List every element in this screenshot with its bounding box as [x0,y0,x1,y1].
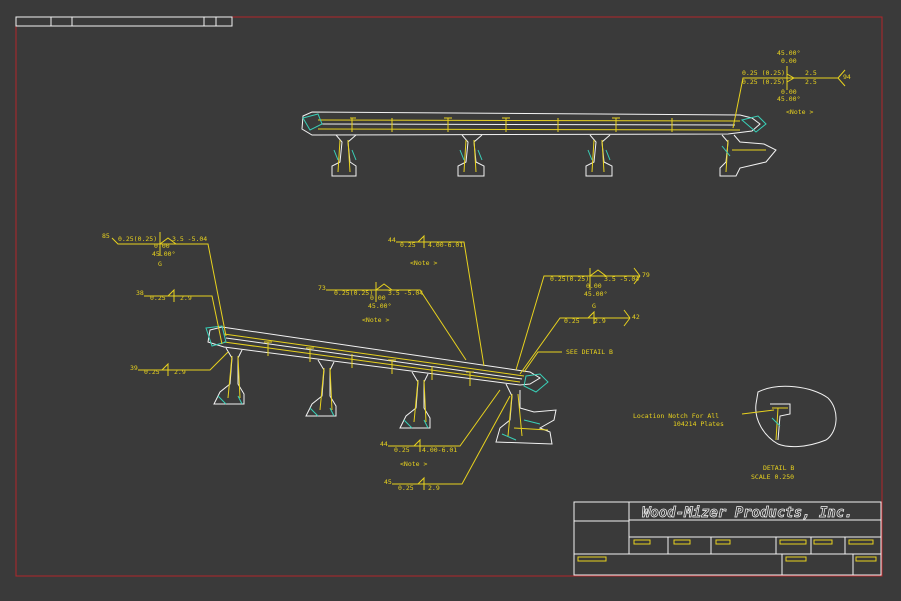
detail-title: DETAIL B [763,464,794,472]
isometric-assembly [205,325,557,445]
weld-callout-73: 73 0.25(0.25) 3.5 -5.04 0.00 45.00° <Not… [318,282,467,361]
callout-38-balloon: 38 [136,289,144,297]
callout-79-length: 3.5 -5.04 [604,275,639,283]
top-view-leg-2 [457,134,485,177]
top-weld-balloon: 94 [843,73,851,81]
top-view-leg-1 [331,134,357,177]
revision-block [15,16,233,27]
callout-85-root: 0.00 [154,242,170,250]
callout-79-groove: G [592,302,596,310]
detail-b: Location Notch For All 104214 Plates DET… [633,385,837,481]
callout-44b-length: 4.00-6.01 [422,446,457,454]
callout-73-size: 0.25(0.25) [334,289,373,297]
iso-leg-2 [305,359,337,417]
see-detail-callout: SEE DETAIL B [523,348,613,373]
top-view-assembly [301,111,777,177]
callout-79-balloon: 79 [642,271,650,279]
callout-45-size: 0.25 [398,484,414,492]
callout-42-balloon: 42 [632,313,640,321]
callout-44a-note: <Note > [410,259,437,267]
iso-leg-3 [399,371,431,429]
callout-38-length: 2.9 [180,294,192,302]
company-name: Wood-Mizer Products, Inc. [642,505,853,521]
iso-leg-1 [213,347,245,405]
weld-callout-42: 42 0.25 2.9 [519,309,640,375]
callout-79-angle: 45.00° [584,290,607,298]
detail-note-2: 104214 Plates [673,420,724,428]
top-weld-left-2: 0.25 (0.25) [742,78,785,86]
callout-44a-size: 0.25 [400,241,416,249]
callout-73-length: 3.5 -5.04 [388,289,423,297]
callout-42-size: 0.25 [564,317,580,325]
callout-85-angle: 45.00° [152,250,175,258]
detail-note-1: Location Notch For All [633,412,719,420]
weld-callout-44-top: 44 0.25 4.00-6.01 <Note > [388,234,485,367]
callout-73-root: 0.00 [370,294,386,302]
callout-79-size: 0.25(0.25) [550,275,589,283]
detail-scale: SCALE 0.250 [751,473,794,481]
callout-39-size: 0.25 [144,368,160,376]
top-weld-right-2: 2.5 [805,78,817,86]
weld-callout-85: 85 0.25(0.25) 3.5 -5.04 0.00 45.00° G [102,232,227,337]
callout-38-size: 0.25 [150,294,166,302]
top-weld-left-1: 0.25 (0.25) [742,69,785,77]
weld-callout-39: 39 0.25 2.9 [130,351,229,376]
callout-85-size: 0.25(0.25) [118,235,157,243]
drawing-sheet: 45.00° 0.00 0.25 (0.25) 0.25 (0.25) 2.5 … [15,16,883,577]
top-view-leg-3 [585,134,613,177]
weld-callout-44-bottom: 44 0.25 4.00-6.01 <Note > [380,389,501,468]
callout-73-balloon: 73 [318,284,326,292]
callout-73-note: <Note > [362,316,389,324]
top-weld-angle: 45.00° [777,49,800,57]
callout-85-groove: G [158,260,162,268]
top-view-weld-symbol: 45.00° 0.00 0.25 (0.25) 0.25 (0.25) 2.5 … [732,49,851,129]
callout-39-balloon: 39 [130,364,138,372]
weld-callout-45: 45 0.25 2.9 [384,395,511,492]
callout-44a-balloon: 44 [388,236,396,244]
top-weld-right-1: 2.5 [805,69,817,77]
top-weld-root: 0.00 [781,57,797,65]
see-detail-label: SEE DETAIL B [566,348,613,356]
top-weld-note: <Note > [786,108,813,116]
callout-44b-balloon: 44 [380,440,388,448]
callout-79-root: 0.00 [586,282,602,290]
callout-44b-note: <Note > [400,460,427,468]
callout-39-length: 2.9 [174,368,186,376]
callout-45-length: 2.9 [428,484,440,492]
callout-85-length: 3.5 -5.04 [172,235,207,243]
callout-44b-size: 0.25 [394,446,410,454]
callout-45-balloon: 45 [384,478,392,486]
callout-85-balloon: 85 [102,232,110,240]
callout-73-angle: 45.00° [368,302,391,310]
callout-42-length: 2.9 [594,317,606,325]
callout-44a-length: 4.00-6.01 [428,241,463,249]
top-weld-angle-2: 45.00° [777,95,800,103]
title-block: Wood-Mizer Products, Inc. [573,501,882,576]
